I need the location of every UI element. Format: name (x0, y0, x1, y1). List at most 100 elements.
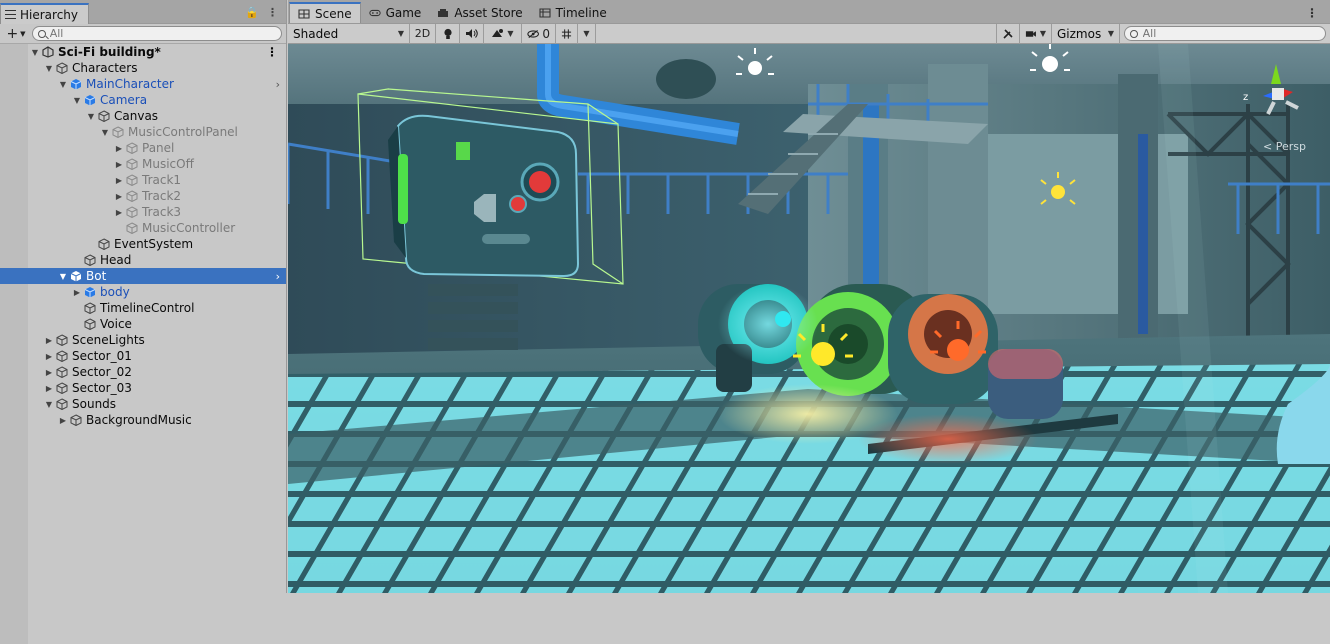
unity-scene-icon (42, 46, 54, 58)
scene-tabbar: Scene Game Asset Store Timeline ⋮ (288, 0, 1330, 24)
collapse-arrow-icon[interactable]: ▶ (114, 176, 124, 185)
timeline-icon (539, 7, 551, 18)
expand-arrow-icon[interactable]: ▼ (58, 272, 68, 281)
hierarchy-item-backgroundmusic[interactable]: ▶ BackgroundMusic (0, 412, 286, 428)
hierarchy-item-label: MusicOff (142, 157, 194, 171)
grid-snap-icon (561, 28, 572, 39)
2d-toggle-button[interactable]: 2D (410, 23, 436, 44)
collapse-arrow-icon[interactable]: ▶ (44, 336, 54, 345)
tools-button[interactable] (996, 23, 1020, 44)
expand-arrow-icon[interactable]: ▼ (86, 112, 96, 121)
hierarchy-panel: Hierarchy 🔒 ⋮ + ▼ ▼ Sci-Fi building* ⋮ ▼… (0, 0, 287, 644)
hierarchy-item-musiccontrolpanel[interactable]: ▼ MusicControlPanel (0, 124, 286, 140)
tab-asset-store[interactable]: Asset Store (429, 2, 530, 23)
hierarchy-item-track2[interactable]: ▶ Track2 (0, 188, 286, 204)
hierarchy-item-camera[interactable]: ▼ Camera (0, 92, 286, 108)
draw-mode-dropdown[interactable]: Shaded ▼ (288, 23, 410, 44)
hierarchy-item-sector_03[interactable]: ▶ Sector_03 (0, 380, 286, 396)
scene-render[interactable]: z (288, 44, 1330, 593)
hierarchy-item-bot[interactable]: ▼ Bot › (0, 268, 286, 284)
expand-arrow-icon[interactable]: ▼ (30, 48, 40, 57)
hierarchy-item-label: MusicController (142, 221, 236, 235)
collapse-arrow-icon[interactable]: ▶ (72, 288, 82, 297)
hierarchy-search-input[interactable] (49, 27, 281, 40)
gamepad-icon (368, 9, 381, 16)
scene-viewport[interactable]: z < Persp (288, 44, 1330, 593)
scene-search-input[interactable] (1142, 27, 1325, 40)
collapse-arrow-icon[interactable]: ▶ (44, 368, 54, 377)
hierarchy-item-characters[interactable]: ▼ Characters (0, 60, 286, 76)
more-options-icon[interactable]: ⋮ (1306, 6, 1318, 20)
grid-options-dropdown[interactable]: ▼ (578, 23, 596, 44)
expand-arrow-icon[interactable]: ▼ (72, 96, 82, 105)
hierarchy-item-label: body (100, 285, 130, 299)
open-prefab-chevron-icon[interactable]: › (276, 78, 280, 91)
hierarchy-item-sounds[interactable]: ▼ Sounds (0, 396, 286, 412)
grid-toggle-button[interactable] (556, 23, 578, 44)
projection-label[interactable]: < Persp (1263, 140, 1306, 153)
tab-scene[interactable]: Scene (289, 2, 361, 23)
collapse-arrow-icon[interactable]: ▶ (58, 416, 68, 425)
scene-root-row[interactable]: ▼ Sci-Fi building* ⋮ (0, 44, 286, 60)
gizmos-dropdown[interactable]: Gizmos ▼ (1052, 23, 1120, 44)
collapse-arrow-icon[interactable]: ▶ (114, 144, 124, 153)
scene-view-panel: Scene Game Asset Store Timeline ⋮ Shaded… (288, 0, 1330, 593)
open-prefab-chevron-icon[interactable]: › (276, 270, 280, 283)
2d-label: 2D (414, 27, 431, 40)
audio-toggle-button[interactable] (460, 23, 484, 44)
expand-arrow-icon[interactable]: ▼ (44, 400, 54, 409)
hierarchy-item-eventsystem[interactable]: ▶EventSystem (0, 236, 286, 252)
tab-timeline[interactable]: Timeline (531, 2, 615, 23)
hierarchy-item-label: Sector_02 (72, 365, 132, 379)
effects-dropdown[interactable]: ▼ (484, 23, 522, 44)
expand-arrow-icon[interactable]: ▼ (58, 80, 68, 89)
collapse-arrow-icon[interactable]: ▶ (44, 384, 54, 393)
hierarchy-item-label: Canvas (114, 109, 159, 123)
prefab-cube-icon (70, 79, 82, 90)
hierarchy-item-label: Track2 (142, 189, 182, 203)
lighting-toggle-button[interactable] (436, 23, 460, 44)
create-button[interactable]: + ▼ (4, 26, 28, 42)
scene-options-icon[interactable]: ⋮ (266, 45, 278, 59)
hierarchy-item-voice[interactable]: ▶Voice (0, 316, 286, 332)
collapse-arrow-icon[interactable]: ▶ (44, 352, 54, 361)
hierarchy-item-track3[interactable]: ▶ Track3 (0, 204, 286, 220)
gameobject-cube-icon (56, 350, 68, 362)
more-options-icon[interactable]: ⋮ (267, 6, 278, 19)
scene-search[interactable] (1124, 26, 1326, 41)
hierarchy-item-label: Bot (86, 269, 107, 283)
caret-down-icon: ▼ (1039, 29, 1046, 38)
hierarchy-item-scenelights[interactable]: ▶ SceneLights (0, 332, 286, 348)
hierarchy-item-canvas[interactable]: ▼ Canvas (0, 108, 286, 124)
hierarchy-item-body[interactable]: ▶ body (0, 284, 286, 300)
collapse-arrow-icon[interactable]: ▶ (114, 160, 124, 169)
gameobject-cube-icon (98, 238, 110, 250)
hierarchy-item-sector_01[interactable]: ▶ Sector_01 (0, 348, 286, 364)
hierarchy-item-maincharacter[interactable]: ▼ MainCharacter › (0, 76, 286, 92)
hierarchy-item-musiccontroller[interactable]: ▶MusicController (0, 220, 286, 236)
wrench-icon (1003, 28, 1013, 39)
hierarchy-search[interactable] (32, 26, 282, 41)
prefab-cube-icon (84, 95, 96, 106)
caret-down-icon: ▼ (20, 29, 26, 38)
hierarchy-item-sector_02[interactable]: ▶ Sector_02 (0, 364, 286, 380)
hierarchy-item-track1[interactable]: ▶ Track1 (0, 172, 286, 188)
lock-icon[interactable]: 🔒 (245, 6, 259, 19)
camera-settings-dropdown[interactable]: ▼ (1020, 23, 1052, 44)
hierarchy-item-timelinecontrol[interactable]: ▶TimelineControl (0, 300, 286, 316)
hierarchy-item-label: BackgroundMusic (86, 413, 192, 427)
tab-game[interactable]: Game (361, 2, 430, 23)
hidden-objects-button[interactable]: 0 (522, 23, 556, 44)
hierarchy-tab[interactable]: Hierarchy (0, 3, 90, 24)
collapse-arrow-icon[interactable]: ▶ (114, 192, 124, 201)
hierarchy-item-head[interactable]: ▶Head (0, 252, 286, 268)
hierarchy-item-label: Camera (100, 93, 148, 107)
hierarchy-item-panel[interactable]: ▶ Panel (0, 140, 286, 156)
hierarchy-item-musicoff[interactable]: ▶ MusicOff (0, 156, 286, 172)
grid-icon (298, 8, 310, 19)
expand-arrow-icon[interactable]: ▼ (100, 128, 110, 137)
hierarchy-item-label: Track1 (142, 173, 182, 187)
collapse-arrow-icon[interactable]: ▶ (114, 208, 124, 217)
expand-arrow-icon[interactable]: ▼ (44, 64, 54, 73)
hidden-count: 0 (542, 26, 550, 41)
